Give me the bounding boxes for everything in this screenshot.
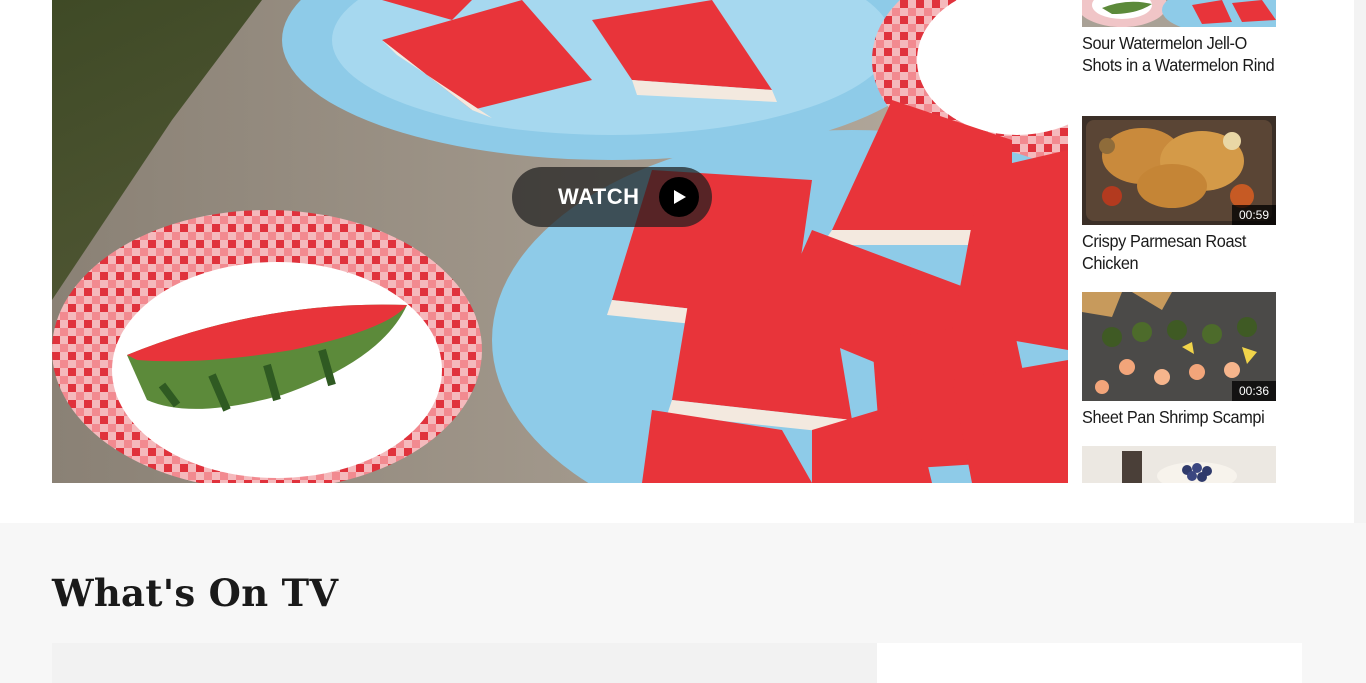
whats-on-tv-section: What's On TV [0,523,1366,683]
video-playlist: Sour Watermelon Jell-O Shots in a Waterm… [1082,0,1276,483]
watch-button[interactable]: WATCH [512,167,712,227]
playlist-item[interactable]: Sour Watermelon Jell-O Shots in a Waterm… [1082,0,1276,76]
playlist-item-title[interactable]: Crispy Parmesan Roast Chicken [1082,230,1276,274]
video-duration: 00:59 [1231,205,1276,225]
playlist-item[interactable] [1082,446,1276,483]
video-thumbnail-image [52,0,1068,483]
play-icon[interactable] [659,177,699,217]
watch-label: WATCH [558,184,640,209]
playlist-item-title[interactable]: Sheet Pan Shrimp Scampi [1082,406,1276,428]
tv-side-card [877,643,1302,683]
section-heading: What's On TV [52,571,339,615]
playlist-item[interactable]: 00:59 Crispy Parmesan Roast Chicken [1082,116,1276,274]
playlist-thumbnail[interactable] [1082,446,1276,483]
playlist-item-title[interactable]: Sour Watermelon Jell-O Shots in a Waterm… [1082,32,1276,76]
playlist-thumbnail[interactable]: 00:59 [1082,116,1276,225]
playlist-thumbnail[interactable]: 00:36 [1082,292,1276,401]
video-section: WATCH Sour Watermelon Jell-O Shots in a … [0,0,1354,523]
playlist-item[interactable]: 00:36 Sheet Pan Shrimp Scampi [1082,292,1276,428]
playlist-thumbnail[interactable] [1082,0,1276,27]
main-video-player[interactable]: WATCH [52,0,1068,483]
video-duration: 00:36 [1231,381,1276,401]
tv-schedule-card [52,643,877,683]
scroll-gutter [1354,0,1366,523]
